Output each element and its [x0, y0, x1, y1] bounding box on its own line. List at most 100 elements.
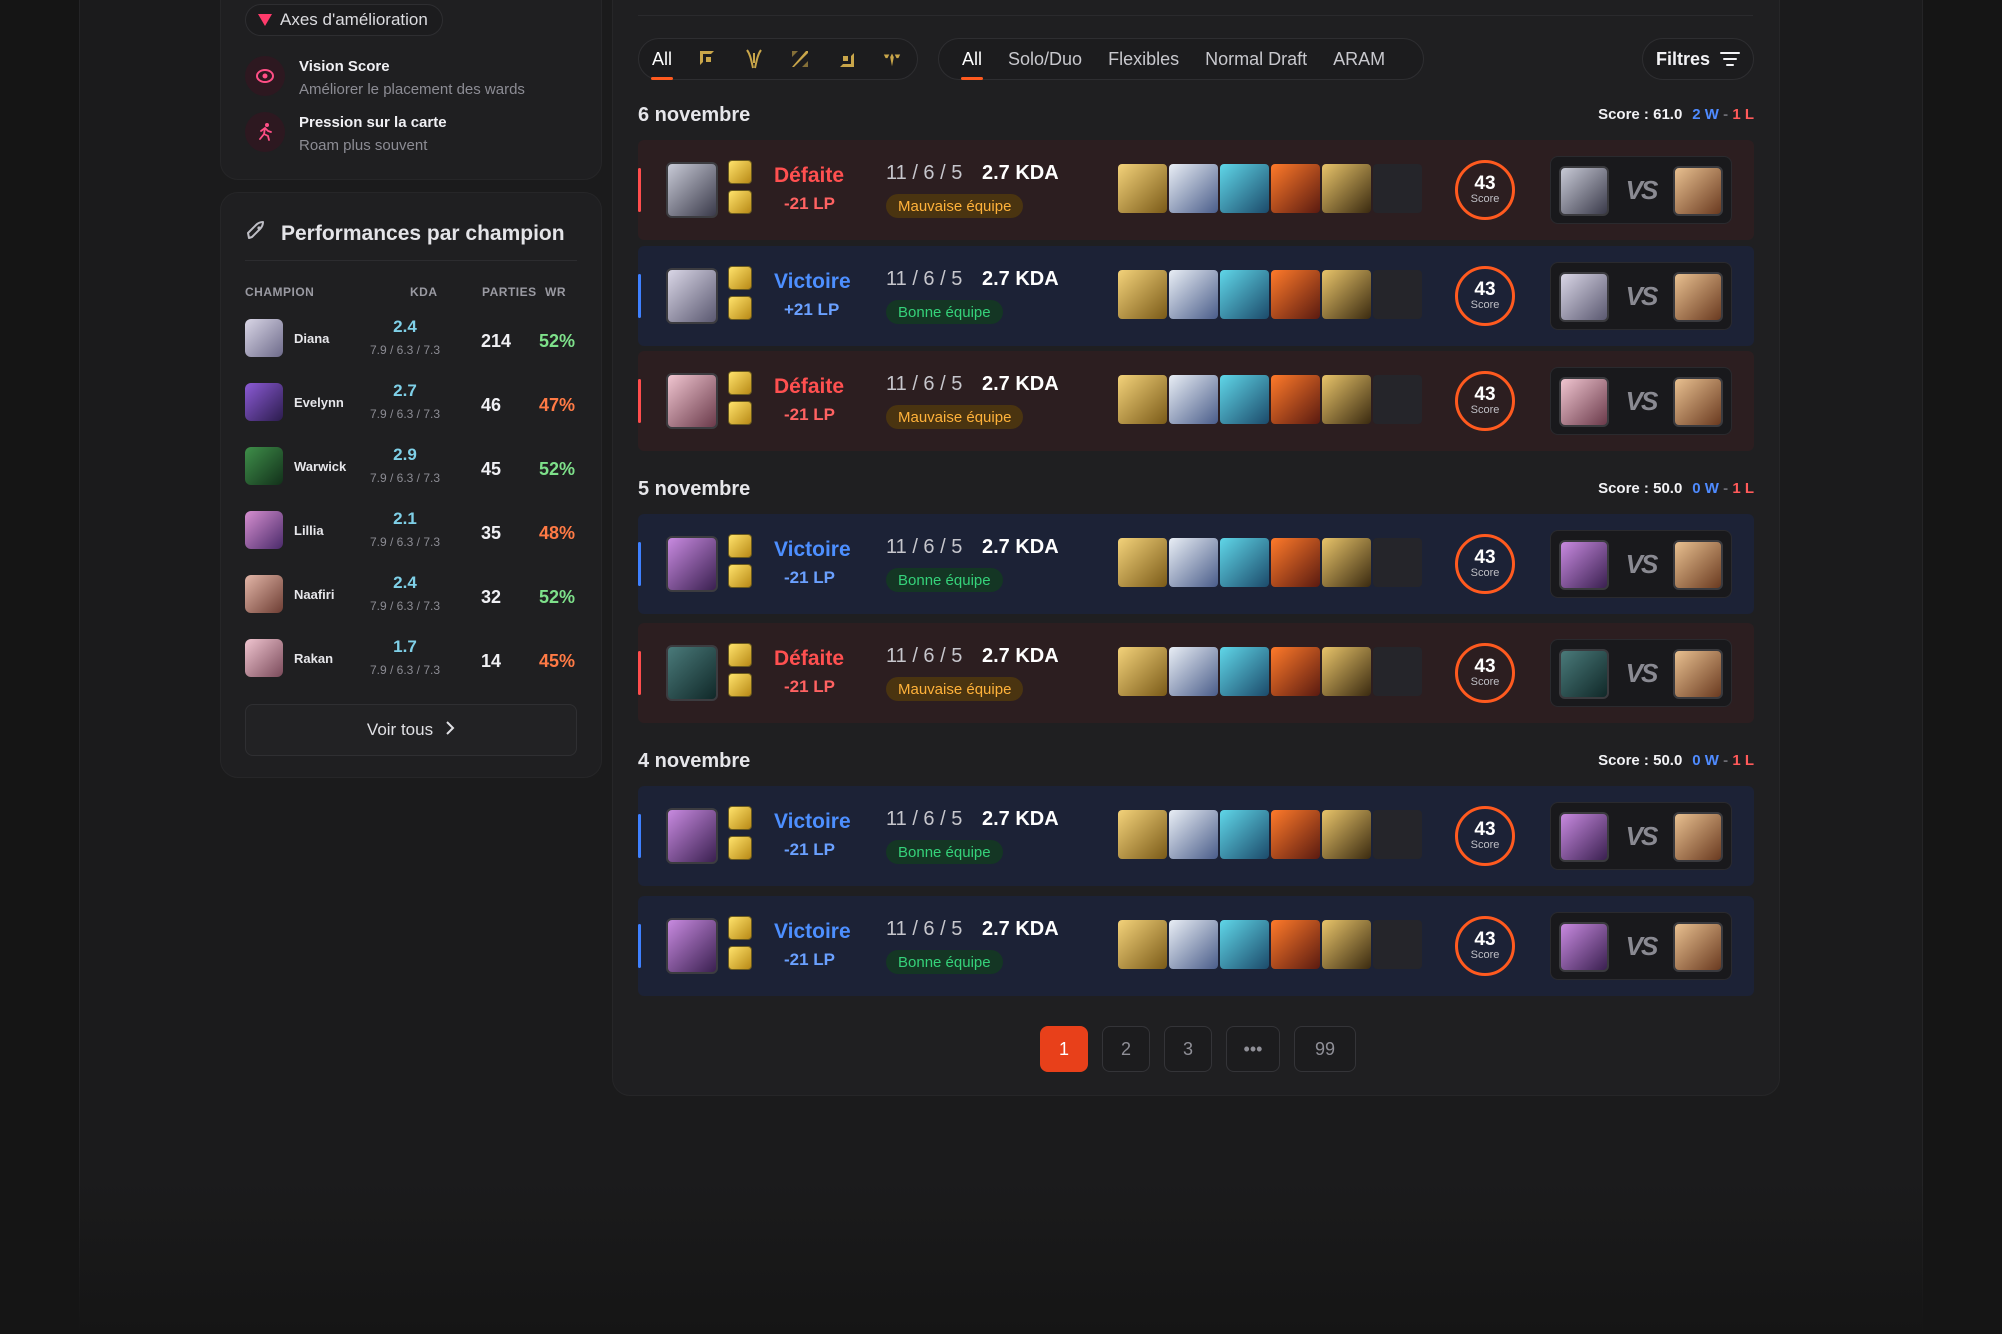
day-wins: 0 W	[1692, 752, 1719, 769]
champion-kda: 2.1	[393, 509, 417, 528]
page-2-button[interactable]: 2	[1102, 1026, 1150, 1072]
match-row[interactable]: Défaite -21 LP 11 / 6 / 5 2.7 KDA Mauvaise é…	[638, 351, 1754, 451]
matchup[interactable]: VS	[1550, 802, 1732, 870]
empty-item-slot	[1373, 538, 1422, 587]
item-icon	[1322, 810, 1371, 859]
item-icon	[1169, 810, 1218, 859]
pagination: 1 2 3 ••• 99	[1040, 1026, 1356, 1072]
lp-change: -21 LP	[784, 840, 836, 859]
performance-header: Performances par champion	[245, 220, 565, 248]
kda-ratio: 2.7 KDA	[982, 536, 1059, 558]
matchup[interactable]: VS	[1550, 639, 1732, 707]
champion-row[interactable]: Naafiri 2.4 7.9 / 6.3 / 7.3 32 52%	[245, 567, 577, 619]
day-losses: 1 L	[1732, 752, 1754, 769]
result-indicator	[638, 924, 641, 968]
match-row[interactable]: Défaite -21 LP 11 / 6 / 5 2.7 KDA Mauvaise é…	[638, 623, 1754, 723]
champion-row[interactable]: Diana 2.4 7.9 / 6.3 / 7.3 214 52%	[245, 311, 577, 363]
column-header-wr: WR	[545, 285, 566, 299]
performance-title: Performances par champion	[281, 222, 565, 245]
tab-queue-solo-duo[interactable]: Solo/Duo	[995, 38, 1095, 80]
mid-role-icon[interactable]	[777, 38, 823, 80]
page-3-button[interactable]: 3	[1164, 1026, 1212, 1072]
team-badge: Bonne équipe	[886, 568, 1003, 592]
improvement-item-subtitle: Améliorer le placement des wards	[299, 81, 525, 98]
matchup[interactable]: VS	[1550, 367, 1732, 435]
match-row[interactable]: Victoire -21 LP 11 / 6 / 5 2.7 KDA Bonne équ…	[638, 896, 1754, 996]
opponent-champion-icon	[1673, 649, 1723, 699]
kda-ratio: 2.7 KDA	[982, 268, 1059, 290]
item-icon	[1169, 164, 1218, 213]
score-value: 43	[1474, 818, 1496, 840]
top-role-icon[interactable]	[685, 38, 731, 80]
bot-role-icon[interactable]	[823, 38, 869, 80]
champion-row[interactable]: Warwick 2.9 7.9 / 6.3 / 7.3 45 52%	[245, 439, 577, 491]
score-label: Score	[1470, 948, 1500, 961]
champion-kda: 2.4	[393, 573, 417, 592]
item-icon	[1118, 647, 1167, 696]
match-row[interactable]: Victoire -21 LP 11 / 6 / 5 2.7 KDA Bonne équ…	[638, 786, 1754, 886]
jungle-role-icon[interactable]	[731, 38, 777, 80]
champion-icon	[666, 162, 718, 218]
matchup[interactable]: VS	[1550, 262, 1732, 330]
page-1-button[interactable]: 1	[1040, 1026, 1088, 1072]
day-summary: Score : 61.0 2 W - 1 L	[1598, 106, 1754, 123]
kda-line: 11 / 6 / 5	[886, 808, 963, 830]
see-all-button[interactable]: Voir tous	[245, 704, 577, 756]
tab-queue-aram[interactable]: ARAM	[1320, 38, 1398, 80]
team-badge: Mauvaise équipe	[886, 405, 1024, 429]
champion-kda-detail: 7.9 / 6.3 / 7.3	[369, 535, 441, 549]
match-result: Victoire	[774, 538, 851, 561]
tab-queue-all[interactable]: All	[949, 38, 995, 80]
champion-avatar	[245, 319, 283, 357]
item-icon	[1271, 538, 1320, 587]
matchup[interactable]: VS	[1550, 156, 1732, 224]
improvement-item-title: Pression sur la carte	[299, 114, 447, 131]
matchup[interactable]: VS	[1550, 912, 1732, 980]
runner-icon	[245, 112, 285, 152]
item-icon	[1322, 375, 1371, 424]
champion-name: Warwick	[294, 459, 347, 474]
page-ellipsis[interactable]: •••	[1226, 1026, 1280, 1072]
champion-kda: 2.7	[393, 381, 417, 400]
champion-row[interactable]: Rakan 1.7 7.9 / 6.3 / 7.3 14 45%	[245, 631, 577, 683]
score-label: Score	[1470, 675, 1500, 688]
improvement-item-vision[interactable]: Vision Score Améliorer le placement des …	[245, 56, 525, 98]
tab-role-all[interactable]: All	[639, 38, 685, 80]
item-icon	[1271, 270, 1320, 319]
item-icon	[1322, 920, 1371, 969]
match-row[interactable]: Victoire +21 LP 11 / 6 / 5 2.7 KDA Bonne équ…	[638, 246, 1754, 346]
kda-ratio: 2.7 KDA	[982, 645, 1059, 667]
day-header: 5 novembre	[638, 478, 751, 500]
score-value: 43	[1474, 546, 1496, 568]
champion-row[interactable]: Evelynn 2.7 7.9 / 6.3 / 7.3 46 47%	[245, 375, 577, 427]
day-score: Score : 50.0	[1598, 752, 1683, 769]
lp-change: -21 LP	[784, 950, 836, 969]
support-role-icon[interactable]	[869, 38, 915, 80]
column-header-champion: CHAMPION	[245, 285, 315, 299]
champion-icon	[666, 373, 718, 429]
page-99-button[interactable]: 99	[1294, 1026, 1356, 1072]
champion-kda-detail: 7.9 / 6.3 / 7.3	[369, 343, 441, 357]
matchup[interactable]: VS	[1550, 530, 1732, 598]
item-build	[1118, 920, 1422, 969]
tab-queue-normal-draft[interactable]: Normal Draft	[1192, 38, 1320, 80]
summoner-spell-icon	[728, 371, 752, 395]
match-row[interactable]: Victoire -21 LP 11 / 6 / 5 2.7 KDA Bonne équ…	[638, 514, 1754, 614]
champion-kda: 1.7	[393, 637, 417, 656]
score-value: 43	[1474, 383, 1496, 405]
match-row[interactable]: Défaite -21 LP 11 / 6 / 5 2.7 KDA Mauvaise é…	[638, 140, 1754, 240]
champion-row[interactable]: Lillia 2.1 7.9 / 6.3 / 7.3 35 48%	[245, 503, 577, 555]
champion-kda-detail: 7.9 / 6.3 / 7.3	[369, 407, 441, 421]
filters-button[interactable]: Filtres	[1642, 38, 1754, 80]
item-icon	[1169, 920, 1218, 969]
tab-queue-flex[interactable]: Flexibles	[1095, 38, 1192, 80]
opponent-champion-icon	[1673, 540, 1723, 590]
item-icon	[1169, 270, 1218, 319]
champion-games: 35	[481, 523, 502, 543]
team-badge: Bonne équipe	[886, 300, 1003, 324]
improvement-item-map-pressure[interactable]: Pression sur la carte Roam plus souvent	[245, 112, 447, 154]
score-label: Score	[1470, 298, 1500, 311]
kda-line: 11 / 6 / 5	[886, 536, 963, 558]
summoner-spell-icon	[728, 916, 752, 940]
summoner-spell-icon	[728, 564, 752, 588]
